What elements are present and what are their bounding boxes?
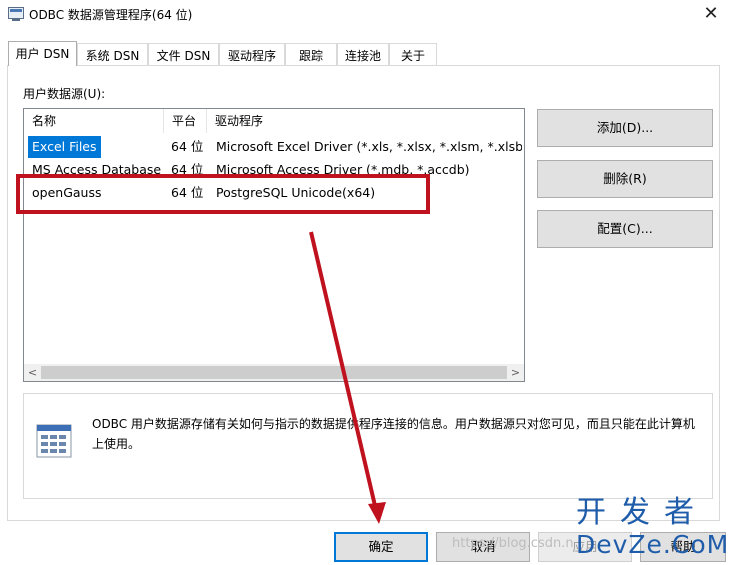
tab-file-dsn[interactable]: 文件 DSN [148, 43, 219, 65]
info-box: ODBC 用户数据源存储有关如何与指示的数据提供程序连接的信息。用户数据源只对您… [23, 393, 713, 499]
list-header: 名称 平台 驱动程序 [24, 109, 524, 133]
tab-tracing[interactable]: 跟踪 [285, 43, 337, 65]
scroll-right-icon[interactable]: > [507, 364, 524, 381]
tab-about[interactable]: 关于 [389, 43, 437, 65]
list-item-excel-files[interactable]: Excel Files 64 位 Microsoft Excel Driver … [24, 136, 524, 158]
remove-button[interactable]: 删除(R) [537, 160, 713, 198]
watermark-url: https://blog.csdn.n [452, 536, 574, 551]
list-item-name: Excel Files [28, 136, 101, 158]
add-button[interactable]: 添加(D)... [537, 109, 713, 147]
datasource-icon [36, 424, 72, 458]
configure-button[interactable]: 配置(C)... [537, 210, 713, 248]
data-source-list[interactable]: 名称 平台 驱动程序 Excel Files 64 位 Microsoft Ex… [23, 108, 525, 382]
user-data-sources-label: 用户数据源(U): [23, 87, 106, 101]
scroll-thumb[interactable] [41, 366, 507, 379]
brand-cn: 开发者 [576, 495, 708, 530]
column-header-driver[interactable]: 驱动程序 [207, 109, 524, 133]
close-icon[interactable]: ✕ [688, 0, 734, 30]
column-header-name[interactable]: 名称 [24, 109, 164, 133]
title-bar: ODBC 数据源管理程序(64 位) ✕ [0, 0, 734, 30]
window-title: ODBC 数据源管理程序(64 位) [29, 8, 193, 22]
list-item-platform: 64 位 [171, 139, 204, 154]
tab-system-dsn[interactable]: 系统 DSN [77, 43, 148, 65]
brand-en: DevZe.CoM [576, 530, 730, 559]
brand-watermark: 开发者 DevZe.CoM [576, 496, 734, 560]
scroll-left-icon[interactable]: < [24, 364, 41, 381]
info-description: ODBC 用户数据源存储有关如何与指示的数据提供程序连接的信息。用户数据源只对您… [92, 417, 695, 451]
tab-drivers[interactable]: 驱动程序 [219, 43, 285, 65]
ok-button[interactable]: 确定 [334, 532, 428, 562]
odbc-app-icon [8, 7, 24, 21]
list-item-driver: Microsoft Excel Driver (*.xls, *.xlsx, *… [216, 139, 522, 154]
horizontal-scrollbar[interactable]: < > [24, 364, 524, 381]
tab-connection-pooling[interactable]: 连接池 [337, 43, 389, 65]
tab-user-dsn[interactable]: 用户 DSN [8, 41, 77, 66]
column-header-platform[interactable]: 平台 [164, 109, 207, 133]
highlight-rectangle [16, 174, 430, 214]
